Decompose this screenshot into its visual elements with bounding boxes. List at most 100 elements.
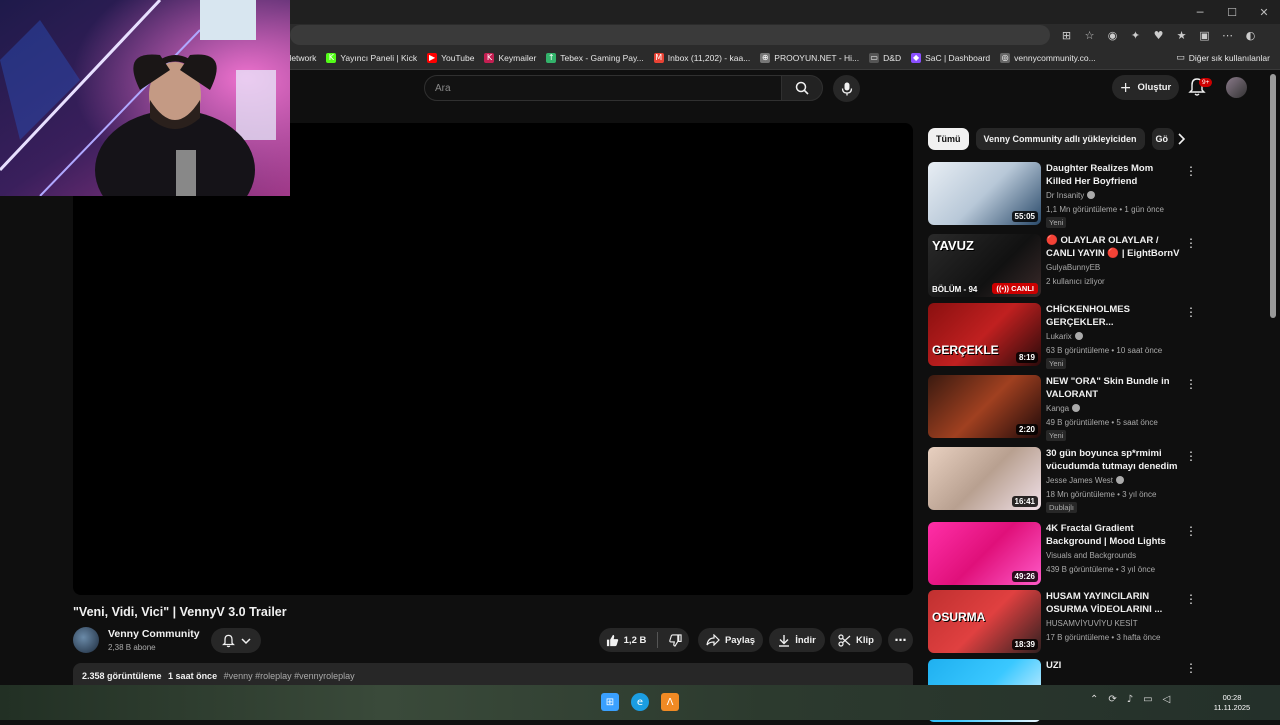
folder-icon: ▭ <box>1176 53 1185 63</box>
search-button[interactable] <box>781 75 823 101</box>
maximize-button[interactable]: ☐ <box>1216 0 1248 24</box>
more-vertical-icon[interactable]: ⋮ <box>1185 524 1197 538</box>
verified-check-icon <box>1087 191 1096 199</box>
recommendation-title[interactable]: UZI <box>1046 659 1180 672</box>
windows-start-icon[interactable]: ⊞ <box>601 693 619 711</box>
favorite-star-icon[interactable]: ☆ <box>1081 27 1098 44</box>
bookmark-item[interactable]: ⊕ PROOYUN.NET - Hi... <box>760 53 859 63</box>
browser-essentials-icon[interactable]: ♥ <box>1150 27 1167 44</box>
share-button[interactable]: Paylaş <box>698 628 763 652</box>
bookmark-item[interactable]: K Yayıncı Paneli | Kick <box>326 53 417 63</box>
hashtags[interactable]: #venny #roleplay #vennyroleplay <box>224 671 355 681</box>
network-icon[interactable]: ▭ <box>1143 694 1152 705</box>
chip-from-uploader[interactable]: Venny Community adlı yükleyiciden <box>975 128 1145 150</box>
bookmark-item[interactable]: M Inbox (11,202) - kaa... <box>653 53 750 63</box>
bookmark-item[interactable]: ▭ D&D <box>869 53 901 63</box>
window-controls: ─ ☐ ✕ <box>1184 0 1280 24</box>
clip-button[interactable]: Klip <box>830 628 882 652</box>
recommendation-item[interactable]: YAVUZ BÖLÜM - 94 ((•)) CANLI 🔴 OLAYLAR OLAY… <box>928 234 1198 300</box>
other-bookmarks[interactable]: ▭ Diğer sık kullanılanlar <box>1176 49 1270 67</box>
chips-next-button[interactable] <box>1172 130 1190 148</box>
recommendation-meta: 1,1 Mn görüntüleme • 1 gün önce <box>1046 205 1164 214</box>
video-thumbnail[interactable]: 55:05 <box>928 162 1041 225</box>
extension-icon[interactable]: ◉ <box>1104 27 1121 44</box>
create-button[interactable]: + Oluştur <box>1112 75 1179 100</box>
more-vertical-icon[interactable]: ⋮ <box>1185 236 1197 250</box>
more-vertical-icon[interactable]: ⋮ <box>1185 661 1197 675</box>
extensions-icon[interactable]: ✦ <box>1127 27 1144 44</box>
recommendation-channel[interactable]: Kanga <box>1046 404 1081 413</box>
recommendation-item[interactable]: GERÇEKLE 8:19 CHİCKENHOLMES GERÇEKLER... Lu… <box>928 303 1198 369</box>
recommendation-title[interactable]: 30 gün boyunca sp*rmimi vücudumda tutmay… <box>1046 447 1180 474</box>
bookmark-item[interactable]: ↑ Tebex - Gaming Pay... <box>546 53 644 63</box>
vpn-icon[interactable]: ▣ <box>1196 27 1213 44</box>
thumbnail-text: OSURMA <box>932 610 986 624</box>
video-thumbnail[interactable]: OSURMA 18:39 <box>928 590 1041 653</box>
close-button[interactable]: ✕ <box>1248 0 1280 24</box>
video-thumbnail[interactable]: 2:20 <box>928 375 1041 438</box>
more-menu-icon[interactable]: ⋯ <box>1219 27 1236 44</box>
recommendation-channel[interactable]: Visuals and Backgrounds <box>1046 551 1136 560</box>
address-bar[interactable] <box>290 25 1050 45</box>
more-vertical-icon[interactable]: ⋮ <box>1185 377 1197 391</box>
bookmark-item[interactable]: ◎ vennycommunity.co... <box>1000 53 1096 63</box>
chip-watched[interactable]: Gö <box>1151 128 1174 150</box>
video-thumbnail[interactable]: 16:41 <box>928 447 1041 510</box>
dislike-button[interactable] <box>669 633 682 647</box>
bookmark-item[interactable]: ◆ SaC | Dashboard <box>911 53 990 63</box>
bookmark-favicon-icon: K <box>484 53 495 63</box>
recommendation-title[interactable]: 🔴 OLAYLAR OLAYLAR / CANLI YAYIN 🔴 | Eigh… <box>1046 234 1180 261</box>
chip-all[interactable]: Tümü <box>928 128 969 150</box>
video-thumbnail[interactable]: 49:26 <box>928 522 1041 585</box>
bookmark-item[interactable]: ▶ YouTube <box>427 53 474 63</box>
recommendation-title[interactable]: Daughter Realizes Mom Killed Her Boyfrie… <box>1046 162 1180 188</box>
recommendation-item[interactable]: 55:05 Daughter Realizes Mom Killed Her Bo… <box>928 162 1198 228</box>
video-thumbnail[interactable]: GERÇEKLE 8:19 <box>928 303 1041 366</box>
video-thumbnail[interactable]: YAVUZ BÖLÜM - 94 ((•)) CANLI <box>928 234 1041 297</box>
bookmarks-list: r Network K Yayıncı Paneli | Kick ▶ YouTube K… <box>280 49 1096 67</box>
taskbar-clock[interactable]: 00:28 11.11.2025 <box>1212 693 1252 713</box>
recommendation-channel[interactable]: HUSAMVİYUVİYU KESİT <box>1046 619 1138 628</box>
like-button[interactable]: 1,2 B <box>606 634 646 647</box>
recommendation-title[interactable]: NEW "ORA" Skin Bundle in VALORANT <box>1046 375 1180 401</box>
account-avatar[interactable] <box>1226 77 1247 98</box>
app-a-icon[interactable]: Λ <box>661 693 679 711</box>
recommendation-channel[interactable]: Jesse James West <box>1046 476 1124 485</box>
voice-search-button[interactable] <box>833 75 860 102</box>
recommendation-channel[interactable]: Lukarix <box>1046 332 1083 341</box>
favorites-icon[interactable]: ★ <box>1173 27 1190 44</box>
minimize-button[interactable]: ─ <box>1184 0 1216 24</box>
chevron-up-icon[interactable]: ⌃ <box>1090 694 1098 705</box>
microphone-icon[interactable]: ♪ <box>1127 694 1133 705</box>
sync-icon[interactable]: ⟳ <box>1108 694 1116 705</box>
edge-browser-icon[interactable]: e <box>631 693 649 711</box>
recommendation-channel[interactable]: GulyaBunnyEB <box>1046 263 1100 272</box>
scrollbar-thumb[interactable] <box>1270 74 1276 318</box>
download-label: İndir <box>795 634 816 646</box>
more-actions-button[interactable]: ⋯ <box>888 628 913 652</box>
recommendation-item[interactable]: OSURMA 18:39 HUSAM YAYINCILARIN OSURMA VİD… <box>928 590 1198 656</box>
bookmark-item[interactable]: K Keymailer <box>484 53 536 63</box>
tab-view-icon[interactable]: ⊞ <box>1058 27 1075 44</box>
recommendation-item[interactable]: 49:26 4K Fractal Gradient Background | Mo… <box>928 522 1198 588</box>
recommendation-title[interactable]: 4K Fractal Gradient Background | Mood Li… <box>1046 522 1180 548</box>
more-vertical-icon[interactable]: ⋮ <box>1185 305 1197 319</box>
duration-badge: 55:05 <box>1011 211 1038 222</box>
search-input[interactable]: Ara <box>424 75 782 101</box>
subscription-bell-button[interactable] <box>211 628 261 653</box>
more-vertical-icon[interactable]: ⋮ <box>1185 164 1197 178</box>
volume-icon[interactable]: ◁ <box>1163 694 1171 705</box>
recommendation-title[interactable]: HUSAM YAYINCILARIN OSURMA VİDEOLARINI ..… <box>1046 590 1180 616</box>
recommendation-channel[interactable]: Dr Insanity <box>1046 191 1096 200</box>
recommendation-title[interactable]: CHİCKENHOLMES GERÇEKLER... <box>1046 303 1180 329</box>
recommendation-item[interactable]: 16:41 30 gün boyunca sp*rmimi vücudumda t… <box>928 447 1198 513</box>
verified-check-icon <box>1115 476 1124 484</box>
plus-icon: + <box>1119 79 1132 96</box>
download-button[interactable]: İndir <box>769 628 825 652</box>
more-vertical-icon[interactable]: ⋮ <box>1185 592 1197 606</box>
more-vertical-icon[interactable]: ⋮ <box>1185 449 1197 463</box>
channel-name[interactable]: Venny Community <box>108 628 200 640</box>
recommendation-item[interactable]: 2:20 NEW "ORA" Skin Bundle in VALORANT Kan… <box>928 375 1198 441</box>
copilot-icon[interactable]: ◐ <box>1242 27 1259 44</box>
channel-avatar[interactable] <box>73 627 99 653</box>
